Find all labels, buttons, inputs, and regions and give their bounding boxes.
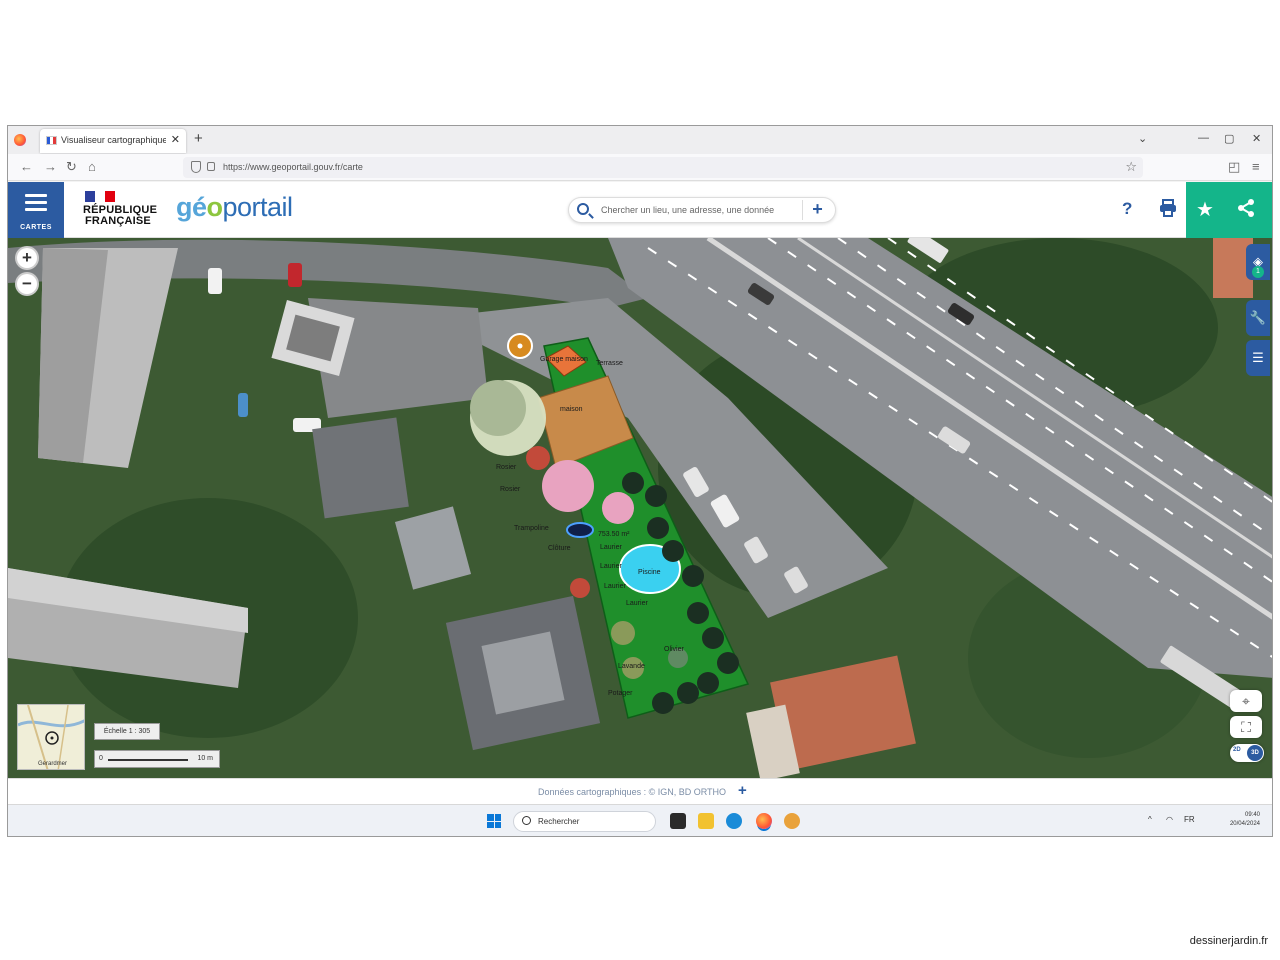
windows-start-icon[interactable] — [487, 814, 501, 828]
tab-title: Visualiseur cartographique – Géoportail — [61, 135, 166, 145]
zoom-out-button[interactable]: − — [17, 274, 37, 294]
legend-button[interactable]: ☰ — [1246, 340, 1270, 376]
tab-close-icon[interactable]: ✕ — [171, 133, 180, 146]
cartes-menu-button[interactable]: CARTES — [8, 182, 64, 238]
geolocate-button[interactable]: ⌖ — [1230, 690, 1262, 712]
app-taskbar-icon[interactable] — [784, 813, 800, 829]
minimap-label: Gerardmer — [38, 761, 68, 767]
2d-option[interactable]: 2D — [1233, 747, 1241, 753]
scale-indicator[interactable]: Échelle 1 : 305 — [94, 723, 160, 740]
geoportail-logo[interactable]: géoportail — [176, 192, 293, 223]
attribution-bar: Données cartographiques : © IGN, BD ORTH… — [8, 778, 1272, 804]
plan-label-laurier-4: Laurier — [626, 600, 648, 607]
browser-nav-bar: ← → ↻ ⌂ https://www.geoportail.gouv.fr/c… — [8, 154, 1272, 181]
scalebar-distance: 10 m — [197, 755, 213, 762]
taskbar-search-text: Rechercher — [538, 817, 580, 826]
tray-chevron-icon[interactable]: ^ — [1148, 815, 1152, 824]
plan-label-piscine: Piscine — [638, 569, 661, 576]
star-icon[interactable]: ★ — [1196, 197, 1214, 222]
maximize-button[interactable]: ▢ — [1224, 132, 1234, 145]
url-text[interactable]: https://www.geoportail.gouv.fr/carte — [223, 162, 363, 172]
overview-minimap[interactable]: Gerardmer — [17, 704, 85, 770]
tracking-shield-icon[interactable] — [191, 161, 201, 173]
fullscreen-button[interactable]: ⛶ — [1230, 716, 1262, 738]
tools-button[interactable]: 🔧 — [1246, 300, 1270, 336]
plan-label-terrasse: Terrasse — [596, 360, 623, 367]
help-button[interactable]: ? — [1122, 199, 1132, 219]
plan-label-garage: Garage maison — [540, 356, 588, 363]
list-icon: ☰ — [1252, 350, 1264, 365]
plan-label-olivier: Olivier — [664, 646, 684, 653]
plan-label-laurier-1: Laurier — [600, 544, 622, 551]
scale-bar: 0 10 m — [94, 750, 220, 768]
bookmark-star-icon[interactable]: ☆ — [1125, 159, 1137, 175]
plan-label-rosier-2: Rosier — [500, 486, 521, 493]
taskbar-search[interactable]: Rechercher — [513, 811, 656, 832]
attribution-text: Données cartographiques : © IGN, BD ORTH… — [538, 787, 727, 797]
home-icon[interactable]: ⌂ — [88, 159, 96, 174]
plan-label-trampoline: Trampoline — [514, 525, 549, 532]
wifi-icon[interactable]: ◠ — [1166, 815, 1173, 824]
tray-lang[interactable]: FR — [1184, 815, 1195, 824]
lock-icon[interactable] — [207, 162, 215, 171]
edge-icon[interactable] — [726, 813, 742, 829]
advanced-search-button[interactable]: + — [802, 200, 832, 220]
tab-list-icon[interactable]: ⌄ — [1138, 132, 1147, 145]
zoom-in-button[interactable]: + — [17, 248, 37, 268]
favorites-share-panel: ★ — [1186, 182, 1272, 238]
print-icon[interactable] — [1158, 198, 1178, 223]
scalebar-zero: 0 — [99, 755, 103, 762]
geoportail-header: CARTES RÉPUBLIQUE FRANÇAISE géoportail C… — [8, 182, 1272, 238]
watermark-text: dessinerjardin.fr — [1189, 935, 1268, 947]
plan-label-potager: Potager — [608, 690, 633, 697]
plan-label-maison: maison — [560, 406, 583, 413]
browser-tab[interactable]: Visualiseur cartographique – Géoportail … — [40, 129, 186, 153]
3d-option[interactable]: 3D — [1247, 745, 1263, 761]
plan-label-lavande: Lavande — [618, 663, 645, 670]
attribution-expand-button[interactable]: + — [738, 782, 747, 799]
plan-label-laurier-3: Laurier — [604, 583, 626, 590]
layers-button[interactable]: ◈ 1 — [1246, 244, 1270, 280]
share-icon[interactable] — [1236, 198, 1256, 224]
back-arrow-icon[interactable]: ← — [20, 159, 33, 174]
layers-count-badge: 1 — [1252, 266, 1264, 278]
search-bar[interactable]: Chercher un lieu, une adresse, une donné… — [568, 197, 836, 223]
2d-3d-toggle[interactable]: 2D 3D — [1230, 744, 1264, 762]
minimize-button[interactable]: — — [1198, 132, 1209, 144]
plan-label-laurier-2: Laurier — [600, 563, 622, 570]
scalebar-line — [108, 759, 188, 761]
new-tab-button[interactable]: + — [194, 130, 203, 147]
windows-taskbar: Rechercher ^ ◠ FR 09:40 20/04/2024 — [8, 804, 1272, 836]
reload-icon[interactable]: ↻ — [66, 159, 77, 175]
cartes-label: CARTES — [20, 224, 52, 231]
plan-label-area: 753.50 m² — [598, 531, 630, 538]
geoportail-favicon-icon — [46, 136, 57, 145]
firefox-icon[interactable] — [14, 134, 26, 146]
url-bar[interactable]: https://www.geoportail.gouv.fr/carte ☆ — [183, 157, 1143, 178]
browser-tab-bar: Visualiseur cartographique – Géoportail … — [8, 126, 1272, 154]
app-menu-icon[interactable]: ≡ — [1252, 159, 1260, 174]
screenshot-frame: Visualiseur cartographique – Géoportail … — [7, 125, 1273, 837]
task-view-icon[interactable] — [670, 813, 686, 829]
republique-francaise-logo: RÉPUBLIQUE FRANÇAISE — [83, 204, 158, 227]
search-input[interactable]: Chercher un lieu, une adresse, une donné… — [601, 205, 774, 215]
forward-arrow-icon[interactable]: → — [44, 159, 57, 174]
taskbar-clock[interactable]: 09:40 20/04/2024 — [1230, 811, 1260, 829]
aerial-imagery — [8, 238, 1272, 778]
map-viewport[interactable]: Garage maison Terrasse maison Rosier Ros… — [8, 238, 1272, 778]
wrench-icon: 🔧 — [1249, 310, 1267, 325]
taskbar-search-icon — [522, 816, 531, 825]
marianne-flag-icon — [85, 191, 115, 202]
hamburger-icon — [25, 194, 47, 212]
search-icon[interactable] — [577, 203, 589, 215]
firefox-taskbar-icon[interactable] — [756, 813, 772, 829]
close-window-button[interactable]: ✕ — [1252, 132, 1261, 145]
file-explorer-icon[interactable] — [698, 813, 714, 829]
crosshair-icon: ⌖ — [1242, 693, 1250, 709]
plan-label-rosier-1: Rosier — [496, 464, 517, 471]
plan-label-cloture: Clôture — [548, 545, 571, 552]
pocket-icon[interactable]: ◰ — [1228, 159, 1240, 175]
fullscreen-icon: ⛶ — [1241, 719, 1251, 735]
